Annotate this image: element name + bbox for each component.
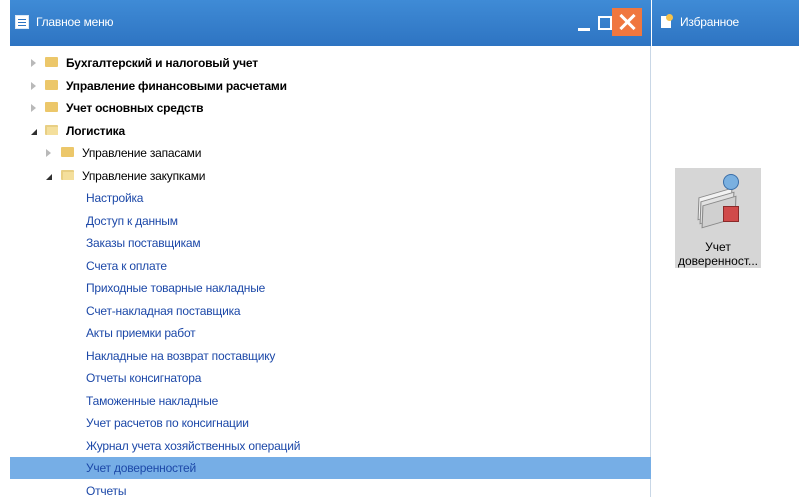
tree-item[interactable]: Таможенные накладные	[10, 390, 651, 412]
folder-open-icon	[45, 124, 58, 135]
close-button[interactable]	[612, 8, 642, 36]
expand-arrow-icon[interactable]	[31, 59, 36, 67]
tree-item-label: Логистика	[66, 123, 125, 138]
tree-folder-row[interactable]: Управление финансовыми расчетами	[10, 75, 651, 97]
tree-item[interactable]: Настройка	[10, 187, 651, 209]
tree-item[interactable]: Счета к оплате	[10, 255, 651, 277]
collapse-arrow-icon[interactable]	[46, 173, 52, 180]
tree-item-label: Счет-накладная поставщика	[86, 303, 241, 318]
tree-folder-row[interactable]: Управление закупками	[10, 165, 651, 187]
tree-item[interactable]: Счет-накладная поставщика	[10, 300, 651, 322]
favorite-tile-power-of-attorney[interactable]: Учет доверенност...	[675, 168, 761, 268]
folder-icon	[45, 79, 58, 90]
collapse-arrow-icon[interactable]	[31, 128, 37, 135]
tree-item-label: Счета к оплате	[86, 258, 167, 273]
tree-item[interactable]: Накладные на возврат поставщику	[10, 345, 651, 367]
tree-item[interactable]: Отчеты	[10, 480, 651, 502]
main-menu-titlebar[interactable]: Главное меню	[10, 0, 651, 46]
tree-item[interactable]: Доступ к данным	[10, 210, 651, 232]
tree-item[interactable]: Учет расчетов по консигнации	[10, 412, 651, 434]
tree-item-label: Учет расчетов по консигнации	[86, 416, 249, 430]
tree-item[interactable]: Учет доверенностей	[10, 457, 651, 479]
expand-arrow-icon[interactable]	[31, 81, 36, 90]
tree-item[interactable]: Заказы поставщикам	[10, 232, 651, 254]
tree-item-label: Настройка	[86, 191, 144, 205]
favorites-icon	[660, 14, 674, 28]
tree-item-label: Отчеты	[86, 483, 127, 498]
favorite-tile-label-line2: доверенност...	[677, 254, 759, 268]
favorites-panel: Избранное Учет доверенност...	[652, 0, 799, 497]
tree-item[interactable]: Журнал учета хозяйственных операций	[10, 435, 651, 457]
folder-icon	[45, 57, 58, 67]
tree-item-label: Таможенные накладные	[86, 393, 219, 408]
expand-arrow-icon[interactable]	[46, 149, 51, 157]
main-menu-title: Главное меню	[36, 15, 114, 29]
tree-item-label: Учет основных средств	[66, 101, 204, 115]
tree-item[interactable]: Приходные товарные накладные	[10, 277, 651, 299]
tree-folder-row[interactable]: Логистика	[10, 120, 651, 142]
folder-icon	[45, 102, 58, 112]
power-of-attorney-icon	[695, 174, 741, 229]
tree-item-label: Приходные товарные накладные	[86, 281, 266, 295]
favorite-tile-label-line1: Учет	[705, 240, 731, 254]
favorite-tile-label: Учет доверенност...	[675, 240, 761, 268]
tree-folder-row[interactable]: Учет основных средств	[10, 97, 651, 119]
folder-icon	[61, 147, 74, 157]
menu-window-icon	[15, 15, 29, 29]
expand-arrow-icon[interactable]	[31, 104, 36, 112]
tree-item-label: Управление закупками	[82, 168, 206, 183]
tree-item-label: Управление запасами	[82, 146, 202, 160]
tree-item[interactable]: Отчеты консигнатора	[10, 367, 651, 389]
tree-item-label: Накладные на возврат поставщику	[86, 348, 276, 363]
tree-item-label: Отчеты консигнатора	[86, 371, 202, 385]
tree-item-label: Управление финансовыми расчетами	[66, 78, 287, 93]
tree-item-label: Бухгалтерский и налоговый учет	[66, 56, 258, 70]
package-icon	[723, 206, 739, 222]
tree-item-label: Доступ к данным	[86, 213, 178, 228]
tree-item-label: Заказы поставщикам	[86, 236, 201, 250]
left-gutter	[0, 0, 10, 497]
tree-folder-row[interactable]: Бухгалтерский и налоговый учет	[10, 52, 651, 74]
folder-open-icon	[61, 169, 74, 180]
tree-folder-row[interactable]: Управление запасами	[10, 142, 651, 164]
tree-item-label: Акты приемки работ	[86, 326, 196, 340]
tree-item-label: Журнал учета хозяйственных операций	[86, 438, 301, 453]
tree-item-label: Учет доверенностей	[86, 461, 196, 475]
globe-icon	[723, 174, 739, 190]
main-menu-window: Главное меню Бухгалтерский и налоговый у…	[10, 0, 651, 498]
favorites-title: Избранное	[680, 15, 740, 29]
tree-item[interactable]: Акты приемки работ	[10, 322, 651, 344]
favorites-titlebar[interactable]: Избранное	[652, 0, 799, 46]
